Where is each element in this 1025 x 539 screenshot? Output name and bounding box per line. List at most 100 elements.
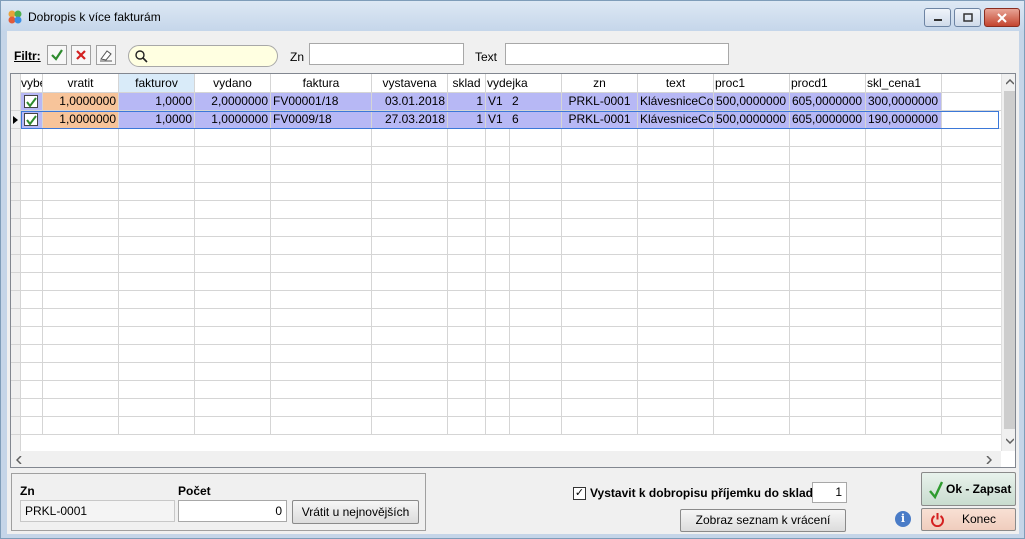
cell-faktura[interactable] — [271, 291, 372, 309]
row-select-checkbox[interactable] — [21, 255, 43, 273]
cell-sklad[interactable] — [448, 147, 486, 165]
cell-zn[interactable] — [562, 273, 638, 291]
row-select-checkbox[interactable] — [21, 273, 43, 291]
cell-procd1[interactable] — [790, 273, 866, 291]
cell-faktura[interactable] — [271, 129, 372, 147]
cell-vratit[interactable] — [43, 201, 119, 219]
table-row[interactable] — [11, 345, 1001, 363]
row-select-checkbox[interactable] — [21, 327, 43, 345]
cell-fakturov[interactable] — [119, 183, 195, 201]
cell-proc1[interactable] — [714, 219, 790, 237]
column-header-zn[interactable]: zn — [562, 74, 638, 93]
cell-vystavena[interactable] — [372, 345, 448, 363]
cell-vydejka-a[interactable] — [486, 219, 510, 237]
cell-faktura[interactable] — [271, 309, 372, 327]
cell-faktura[interactable] — [271, 147, 372, 165]
cell-text[interactable] — [638, 201, 714, 219]
cell-vratit[interactable] — [43, 309, 119, 327]
cell-vydano[interactable] — [195, 201, 271, 219]
cell-vydejka-b[interactable]: 6 — [510, 111, 562, 129]
cell-faktura[interactable] — [271, 273, 372, 291]
cell-skl-cena1[interactable] — [866, 309, 942, 327]
cell-vydano[interactable] — [195, 237, 271, 255]
cell-procd1[interactable] — [790, 417, 866, 435]
cell-vydano[interactable] — [195, 327, 271, 345]
cell-faktura[interactable] — [271, 255, 372, 273]
row-select-checkbox[interactable] — [21, 129, 43, 147]
cell-zn[interactable] — [562, 363, 638, 381]
cell-skl-cena1[interactable]: 300,0000000 — [866, 93, 942, 111]
cell-sklad[interactable] — [448, 201, 486, 219]
cell-faktura[interactable] — [271, 183, 372, 201]
cell-fakturov[interactable] — [119, 237, 195, 255]
column-header-vratit[interactable]: vratit — [43, 74, 119, 93]
cell-vystavena[interactable] — [372, 291, 448, 309]
table-row[interactable] — [11, 183, 1001, 201]
row-select-checkbox[interactable] — [21, 363, 43, 381]
cell-procd1[interactable] — [790, 363, 866, 381]
cell-vystavena[interactable] — [372, 327, 448, 345]
row-indicator[interactable] — [11, 381, 21, 399]
cell-procd1[interactable] — [790, 219, 866, 237]
checkbox-box[interactable] — [24, 95, 38, 108]
cell-skl-cena1[interactable] — [866, 291, 942, 309]
cell-proc1[interactable] — [714, 291, 790, 309]
cell-vydano[interactable]: 1,0000000 — [195, 111, 271, 129]
cell-proc1[interactable] — [714, 363, 790, 381]
vertical-scrollbar[interactable] — [1001, 74, 1015, 451]
maximize-button[interactable] — [954, 8, 981, 27]
table-row[interactable] — [11, 273, 1001, 291]
row-indicator[interactable] — [11, 237, 21, 255]
cell-sklad[interactable] — [448, 327, 486, 345]
row-indicator[interactable] — [11, 255, 21, 273]
cell-procd1[interactable] — [790, 345, 866, 363]
table-row[interactable] — [11, 201, 1001, 219]
row-indicator[interactable] — [11, 201, 21, 219]
cell-faktura[interactable] — [271, 345, 372, 363]
minimize-button[interactable] — [924, 8, 951, 27]
cell-skl-cena1[interactable] — [866, 417, 942, 435]
column-header-text[interactable]: text — [638, 74, 714, 93]
cell-faktura[interactable] — [271, 237, 372, 255]
title-bar[interactable]: Dobropis k více fakturám — [1, 1, 1024, 31]
cell-vystavena[interactable] — [372, 381, 448, 399]
cell-faktura[interactable] — [271, 399, 372, 417]
cell-procd1[interactable] — [790, 399, 866, 417]
row-indicator[interactable] — [11, 111, 21, 129]
cell-vratit[interactable] — [43, 183, 119, 201]
column-header-vydano[interactable]: vydano — [195, 74, 271, 93]
cell-zn[interactable]: PRKL-0001 — [562, 111, 638, 129]
row-indicator[interactable] — [11, 327, 21, 345]
cell-zn[interactable] — [562, 255, 638, 273]
cell-vydano[interactable] — [195, 273, 271, 291]
filter-cancel-button[interactable] — [71, 45, 91, 65]
column-header-sklad[interactable]: sklad — [448, 74, 486, 93]
cell-fakturov[interactable] — [119, 273, 195, 291]
cell-fakturov[interactable] — [119, 399, 195, 417]
cell-faktura[interactable] — [271, 327, 372, 345]
cell-sklad[interactable] — [448, 417, 486, 435]
cell-sklad[interactable] — [448, 381, 486, 399]
cell-procd1[interactable] — [790, 201, 866, 219]
cell-vystavena[interactable] — [372, 417, 448, 435]
cell-vystavena[interactable]: 03.01.2018 — [372, 93, 448, 111]
cell-proc1[interactable] — [714, 147, 790, 165]
cell-skl-cena1[interactable] — [866, 219, 942, 237]
cell-text[interactable] — [638, 219, 714, 237]
cell-fakturov[interactable] — [119, 327, 195, 345]
cell-vratit[interactable] — [43, 345, 119, 363]
cell-vydejka-a[interactable] — [486, 363, 510, 381]
cell-vratit[interactable] — [43, 255, 119, 273]
cell-text[interactable]: KlávesniceCo — [638, 93, 714, 111]
checkbox-box[interactable] — [24, 113, 38, 126]
cell-proc1[interactable] — [714, 165, 790, 183]
row-indicator[interactable] — [11, 345, 21, 363]
cell-zn[interactable] — [562, 309, 638, 327]
table-row[interactable] — [11, 219, 1001, 237]
cell-faktura[interactable] — [271, 165, 372, 183]
cell-zn[interactable] — [562, 219, 638, 237]
cell-vydejka-b[interactable] — [510, 345, 562, 363]
cell-procd1[interactable] — [790, 309, 866, 327]
cell-vratit[interactable] — [43, 165, 119, 183]
cell-skl-cena1[interactable] — [866, 363, 942, 381]
